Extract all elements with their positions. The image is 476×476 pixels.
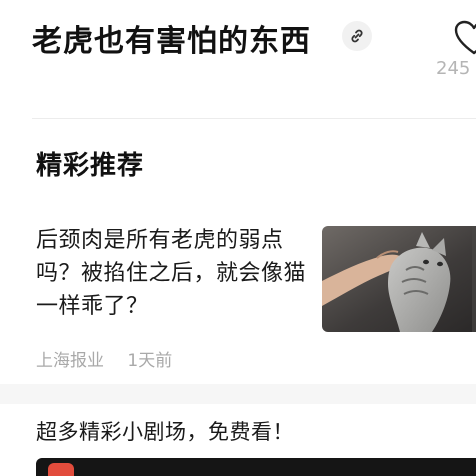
article-thumbnail[interactable] [322, 226, 476, 332]
section-title: 精彩推荐 [36, 151, 145, 181]
promo-text[interactable]: 超多精彩小剧场，免费看！ [36, 416, 294, 446]
heart-icon[interactable] [454, 20, 476, 56]
cat-thumbnail-image [322, 226, 476, 332]
page-title: 老虎也有害怕的东西 [32, 24, 311, 59]
promo-video-icon [48, 463, 74, 476]
link-button[interactable] [342, 21, 372, 51]
section-gap [0, 384, 476, 404]
recommended-article[interactable]: 后颈肉是所有老虎的弱点吗？被掐住之后，就会像猫一样乖了？ 上海报业 1天前 [0, 214, 476, 384]
link-icon [351, 29, 363, 43]
article-source: 上海报业 [36, 351, 104, 371]
like-count: 245 [436, 58, 471, 79]
header: 老虎也有害怕的东西 245 [0, 0, 476, 118]
article-time: 1天前 [127, 351, 173, 371]
article-meta: 上海报业 1天前 [36, 346, 190, 371]
divider [32, 118, 476, 119]
article-title[interactable]: 后颈肉是所有老虎的弱点吗？被掐住之后，就会像猫一样乖了？ [36, 224, 306, 323]
promo-video-strip[interactable] [36, 458, 476, 476]
